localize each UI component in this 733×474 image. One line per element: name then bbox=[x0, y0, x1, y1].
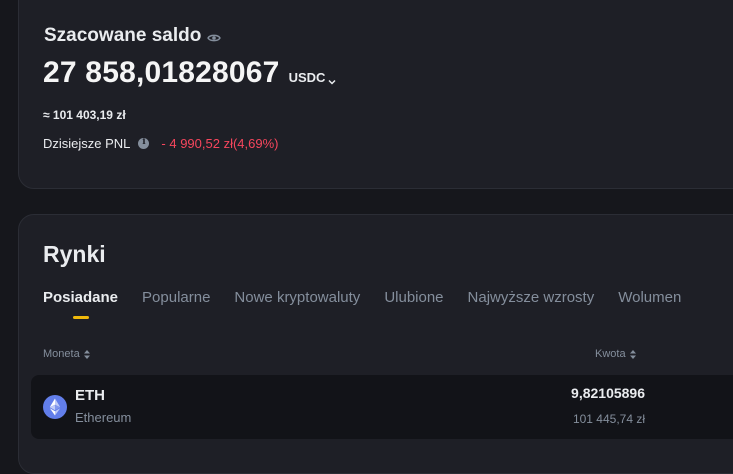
markets-card: Rynki Posiadane Popularne Nowe kryptowal… bbox=[18, 214, 733, 474]
markets-title: Rynki bbox=[43, 241, 106, 267]
coin-fiat-value: 101 445,74 zł bbox=[572, 412, 645, 426]
coin-name: Ethereum bbox=[75, 410, 132, 425]
tab-popularne[interactable]: Popularne bbox=[142, 289, 210, 306]
column-header-coin-label: Moneta bbox=[43, 348, 80, 360]
currency-label: USDC bbox=[288, 70, 326, 85]
ethereum-icon bbox=[43, 395, 67, 419]
tab-wolumen[interactable]: Wolumen bbox=[618, 289, 681, 306]
info-icon[interactable] bbox=[138, 137, 150, 149]
markets-tabs: Posiadane Popularne Nowe kryptowaluty Ul… bbox=[43, 289, 705, 319]
pnl-value[interactable]: - 4 990,52 zł(4,69%) bbox=[161, 136, 278, 151]
balance-title-label: Szacowane saldo bbox=[44, 25, 202, 46]
balance-card: Szacowane saldo 27 858,01828067 USDC ≈ 1… bbox=[18, 0, 733, 189]
coin-quantity: 9,82105896 bbox=[571, 385, 645, 401]
column-header-amount[interactable]: Kwota bbox=[595, 348, 636, 360]
column-header-amount-label: Kwota bbox=[595, 348, 626, 360]
tab-nowe-kryptowaluty[interactable]: Nowe kryptowaluty bbox=[234, 289, 360, 306]
currency-selector[interactable]: USDC bbox=[289, 70, 337, 85]
sort-icon bbox=[83, 349, 90, 359]
balance-amount-row: 27 858,01828067 USDC bbox=[43, 56, 336, 90]
pnl-label: Dzisiejsze PNL bbox=[43, 136, 131, 151]
sort-icon bbox=[629, 349, 636, 359]
tab-posiadane[interactable]: Posiadane bbox=[43, 289, 118, 319]
column-header-coin[interactable]: Moneta bbox=[43, 348, 90, 360]
tab-najwyzsze-wzrosty[interactable]: Najwyższe wzrosty bbox=[468, 289, 595, 306]
pnl-row: Dzisiejsze PNL - 4 990,52 zł(4,69%) bbox=[43, 136, 279, 151]
fiat-equivalent: ≈ 101 403,19 zł bbox=[43, 108, 126, 122]
table-row[interactable]: ETH Ethereum 9,82105896 101 445,74 zł bbox=[31, 375, 733, 439]
coin-symbol: ETH bbox=[75, 387, 105, 404]
balance-amount: 27 858,01828067 bbox=[43, 56, 280, 89]
tab-ulubione[interactable]: Ulubione bbox=[384, 289, 443, 306]
chevron-down-icon bbox=[328, 74, 336, 85]
balance-title: Szacowane saldo bbox=[44, 25, 222, 47]
eye-icon[interactable] bbox=[207, 29, 222, 43]
